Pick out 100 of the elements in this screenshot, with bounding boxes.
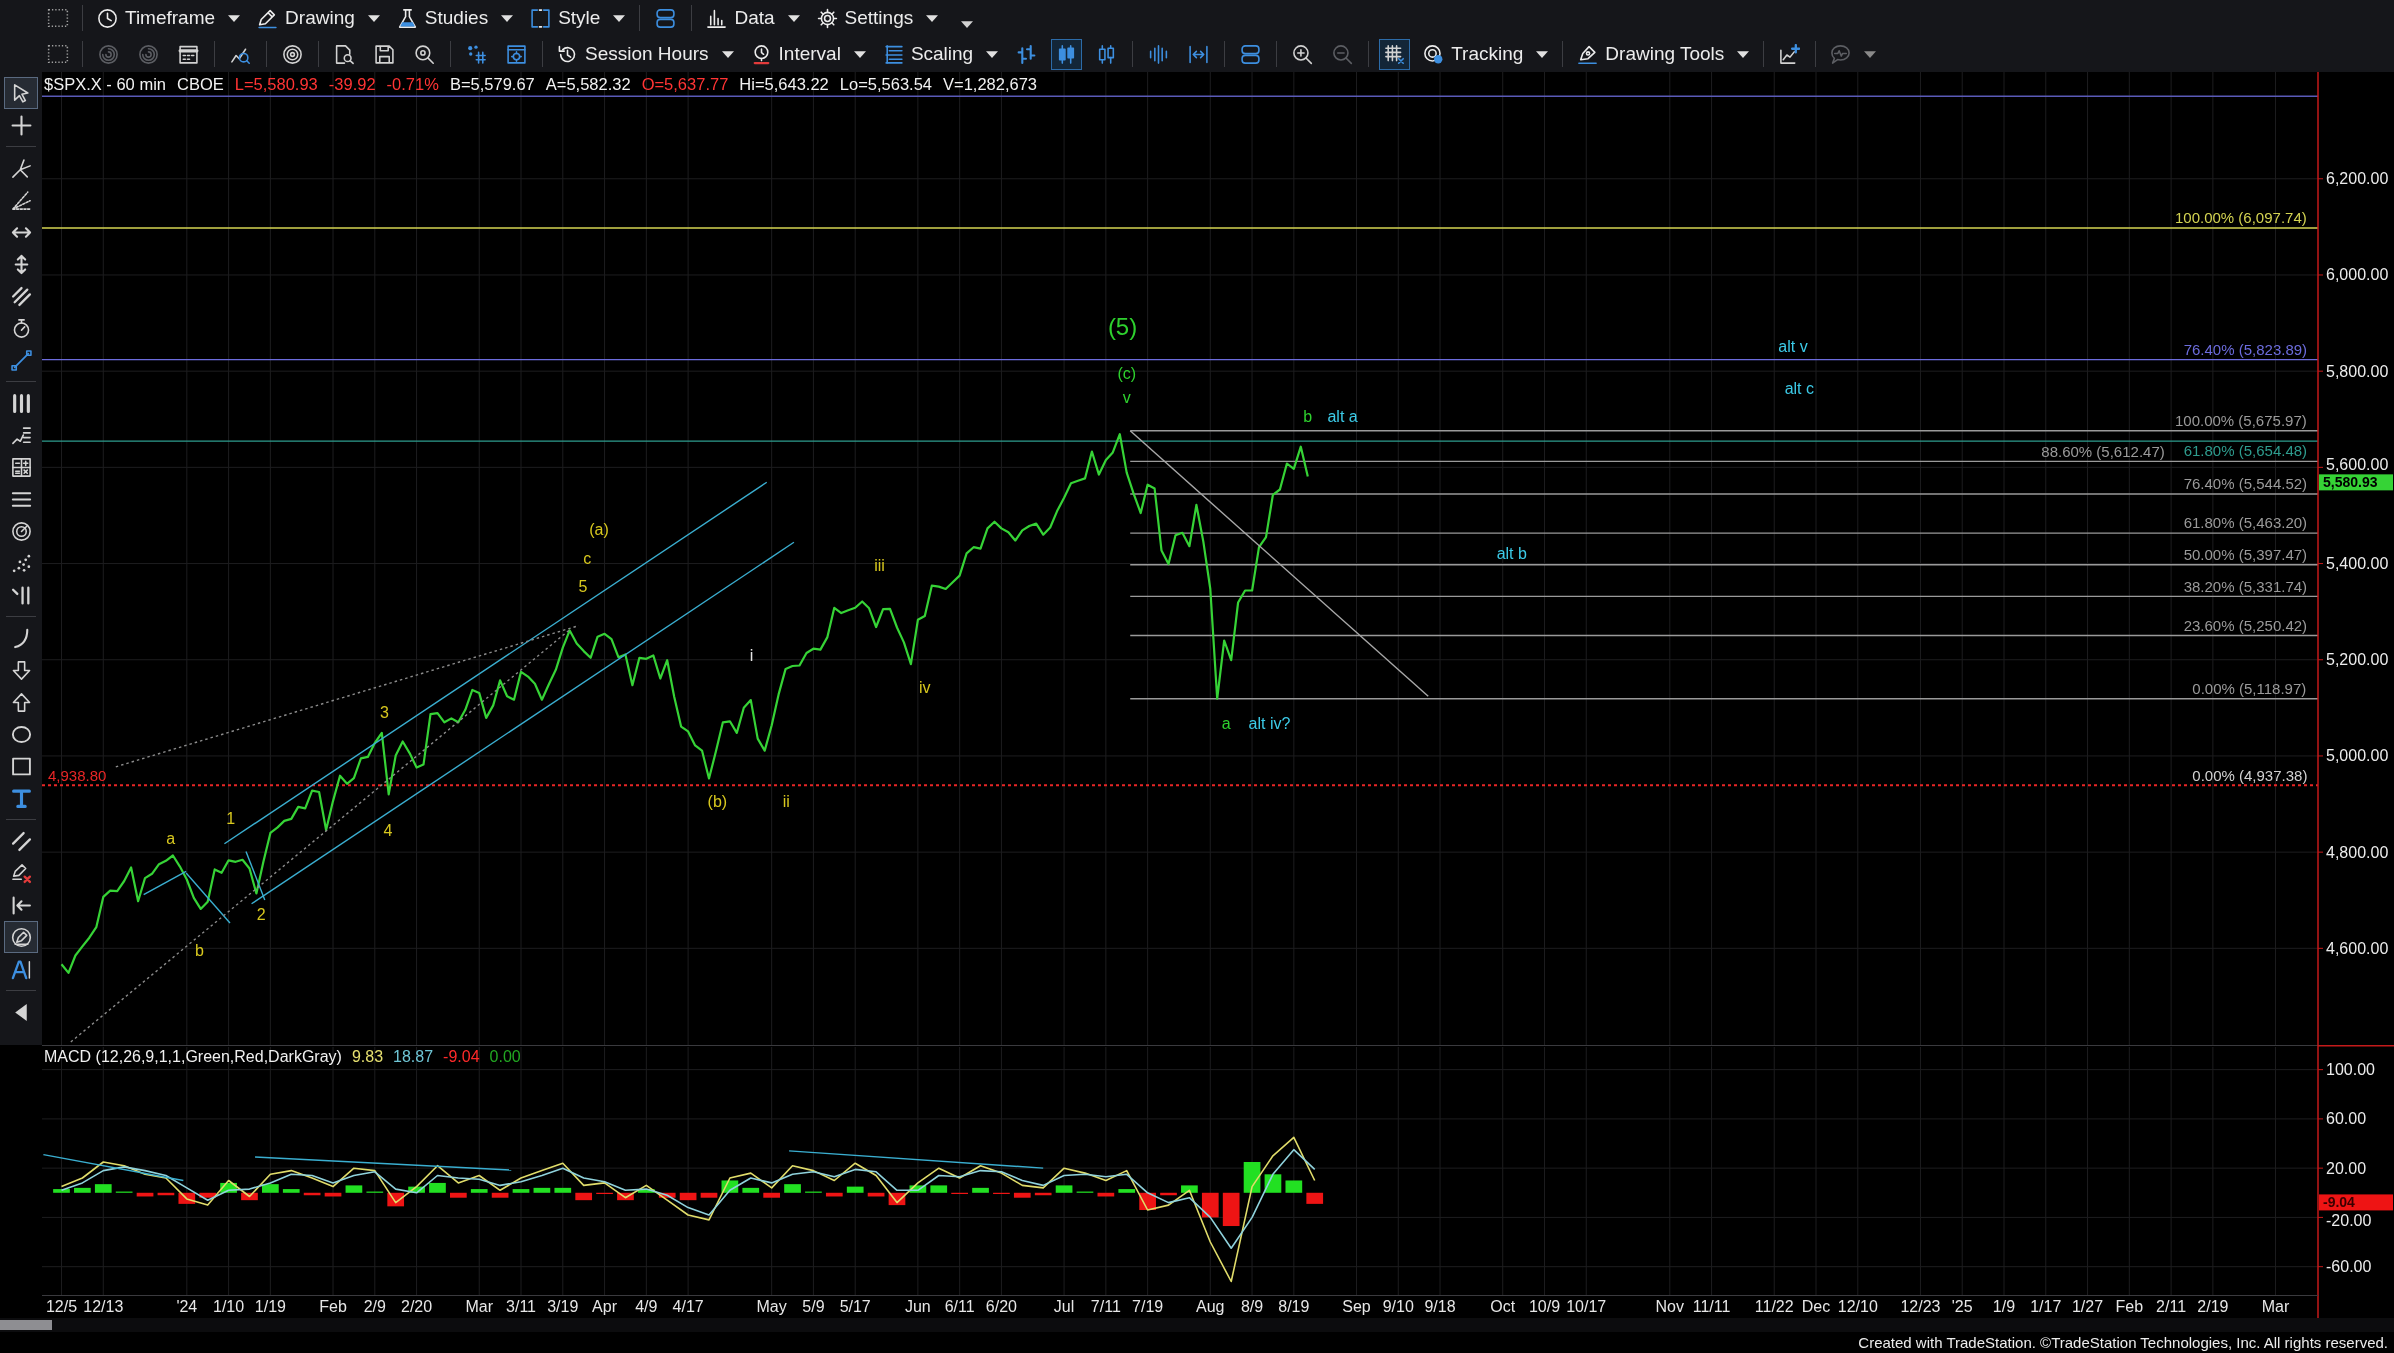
date-axis-label: Dec xyxy=(1801,1298,1831,1315)
quote-field: V=1,282,673 xyxy=(943,75,1038,94)
wave-label: b xyxy=(1303,408,1313,426)
date-axis-label: 7/11 xyxy=(1090,1298,1121,1315)
date-axis-label: 1/17 xyxy=(2030,1298,2062,1315)
slash-bars-icon xyxy=(10,584,32,606)
tool-button[interactable] xyxy=(4,77,38,109)
copyright-text: Created with TradeStation. ©TradeStation Technologies, Inc. All rights reserved. xyxy=(1858,1334,2388,1351)
caret-icon xyxy=(787,14,800,22)
caret-icon xyxy=(1737,50,1750,58)
date-axis-label: '24 xyxy=(176,1298,198,1315)
stacked-panes-icon xyxy=(1240,43,1262,65)
calculator-icon xyxy=(10,456,32,478)
level-label: 50.00% (5,397.47) xyxy=(2183,546,2308,564)
date-axis-label: 8/9 xyxy=(1240,1298,1264,1315)
pulse-bubble-icon xyxy=(1830,43,1852,65)
wave-label: iii xyxy=(874,556,885,574)
date-axis-label: 6/20 xyxy=(985,1298,1017,1315)
pencil-icon xyxy=(257,7,279,29)
horizontal-scrollbar[interactable] xyxy=(0,1318,2394,1332)
pitchfork-icon xyxy=(10,157,32,179)
menu-button[interactable]: Session Hours xyxy=(553,40,738,68)
wave-label: (a) xyxy=(589,521,609,539)
menu-button[interactable]: Scaling xyxy=(878,40,1003,68)
zoom-in-icon xyxy=(1292,43,1314,65)
price-axis-label: 4,800.00 xyxy=(2326,843,2389,861)
indicator-value: -9.04 xyxy=(443,1047,480,1066)
level-label: 38.20% (5,331.74) xyxy=(2183,577,2308,595)
history-clock-icon xyxy=(557,43,578,65)
flask-icon xyxy=(396,7,418,29)
rectangle-icon xyxy=(10,755,32,777)
concentric-circles-icon xyxy=(10,520,32,542)
caret-icon xyxy=(1864,50,1877,58)
date-axis-label: 3/19 xyxy=(547,1298,579,1315)
diagonal-lines-icon xyxy=(10,285,32,307)
scrollbar-thumb[interactable] xyxy=(0,1320,52,1330)
wave-label: alt v xyxy=(1778,338,1808,356)
quote-field: A=5,582.32 xyxy=(545,75,631,94)
menu-button[interactable]: Data xyxy=(702,4,804,32)
menu-button[interactable]: Drawing xyxy=(253,4,384,32)
date-axis-label: 3/11 xyxy=(506,1298,536,1315)
gear-icon xyxy=(816,7,838,29)
spiral-icon xyxy=(138,43,159,65)
date-axis-label: 5/9 xyxy=(802,1298,825,1315)
grid-icon xyxy=(1384,43,1406,65)
menu-button[interactable]: Drawing Tools xyxy=(1573,40,1754,68)
tool-button[interactable] xyxy=(4,921,38,953)
menu-button[interactable]: Timeframe xyxy=(93,4,245,32)
quote-field: B=5,579.67 xyxy=(449,75,535,94)
scatter-dots-icon xyxy=(10,552,32,574)
letter-a-cursor-icon xyxy=(10,958,32,980)
date-axis-label: Aug xyxy=(1196,1298,1225,1315)
date-axis-label: Jul xyxy=(1053,1298,1075,1315)
caret-icon xyxy=(1536,50,1549,58)
price-axis-label: 5,000.00 xyxy=(2326,747,2389,765)
wave-label: (5) xyxy=(1107,313,1138,341)
caret-icon xyxy=(228,14,241,22)
price-axis-label: 4,600.00 xyxy=(2326,939,2389,957)
menu-button[interactable]: Interval xyxy=(746,40,870,68)
caret-icon xyxy=(853,50,866,58)
date-axis-label: 7/19 xyxy=(1132,1298,1164,1315)
level-label: 76.40% (5,544.52) xyxy=(2183,475,2308,493)
quote-field: -39.92 xyxy=(328,75,376,94)
menu-button[interactable]: Settings xyxy=(812,4,943,32)
bar-chart-icon xyxy=(706,7,728,29)
date-axis-label: '25 xyxy=(1951,1298,1973,1315)
spiral-icon xyxy=(98,43,119,65)
search-icon xyxy=(414,43,435,65)
quote-field: O=5,637.77 xyxy=(641,75,729,94)
date-axis-label: 12/10 xyxy=(1837,1298,1878,1315)
wave-label: alt c xyxy=(1784,379,1814,397)
date-axis-label: 4/17 xyxy=(672,1298,704,1315)
date-axis-label: Oct xyxy=(1490,1298,1516,1315)
parallel-lines-icon xyxy=(10,830,32,852)
date-axis-label: 2/19 xyxy=(2197,1298,2229,1315)
date-axis-label: Mar xyxy=(2261,1298,2290,1315)
menu-button[interactable]: Tracking xyxy=(1419,40,1553,68)
quote-field: Hi=5,643.22 xyxy=(739,75,829,94)
caret-icon xyxy=(501,14,514,22)
date-axis-label: 10/9 xyxy=(1528,1298,1561,1315)
wave-label: alt b xyxy=(1496,545,1527,562)
menu-button[interactable]: Studies xyxy=(392,4,518,32)
toolbar-button[interactable] xyxy=(1379,38,1411,70)
date-axis-label: Apr xyxy=(592,1298,617,1315)
wave-label: 2 xyxy=(256,906,266,924)
document-search-icon xyxy=(334,43,355,65)
quote-field: L=5,580.93 xyxy=(234,75,318,94)
date-axis-label: 6/11 xyxy=(944,1298,975,1315)
wave-label: i xyxy=(749,647,754,665)
wave-label: b xyxy=(194,942,204,960)
date-axis-label: 2/11 xyxy=(2156,1298,2187,1315)
last-price-tag: 5,580.93 xyxy=(2319,474,2393,491)
price-axis-label: 5,400.00 xyxy=(2326,555,2389,573)
macd-axis-label: 100.00 xyxy=(2326,1061,2375,1079)
up-arrow-icon xyxy=(10,691,32,713)
quote-field: Lo=5,563.54 xyxy=(839,75,932,94)
pen-circle-icon xyxy=(10,926,32,948)
menu-button[interactable]: Style xyxy=(526,4,630,32)
trend-line-icon xyxy=(10,349,32,371)
toolbar-button[interactable] xyxy=(1051,38,1083,70)
